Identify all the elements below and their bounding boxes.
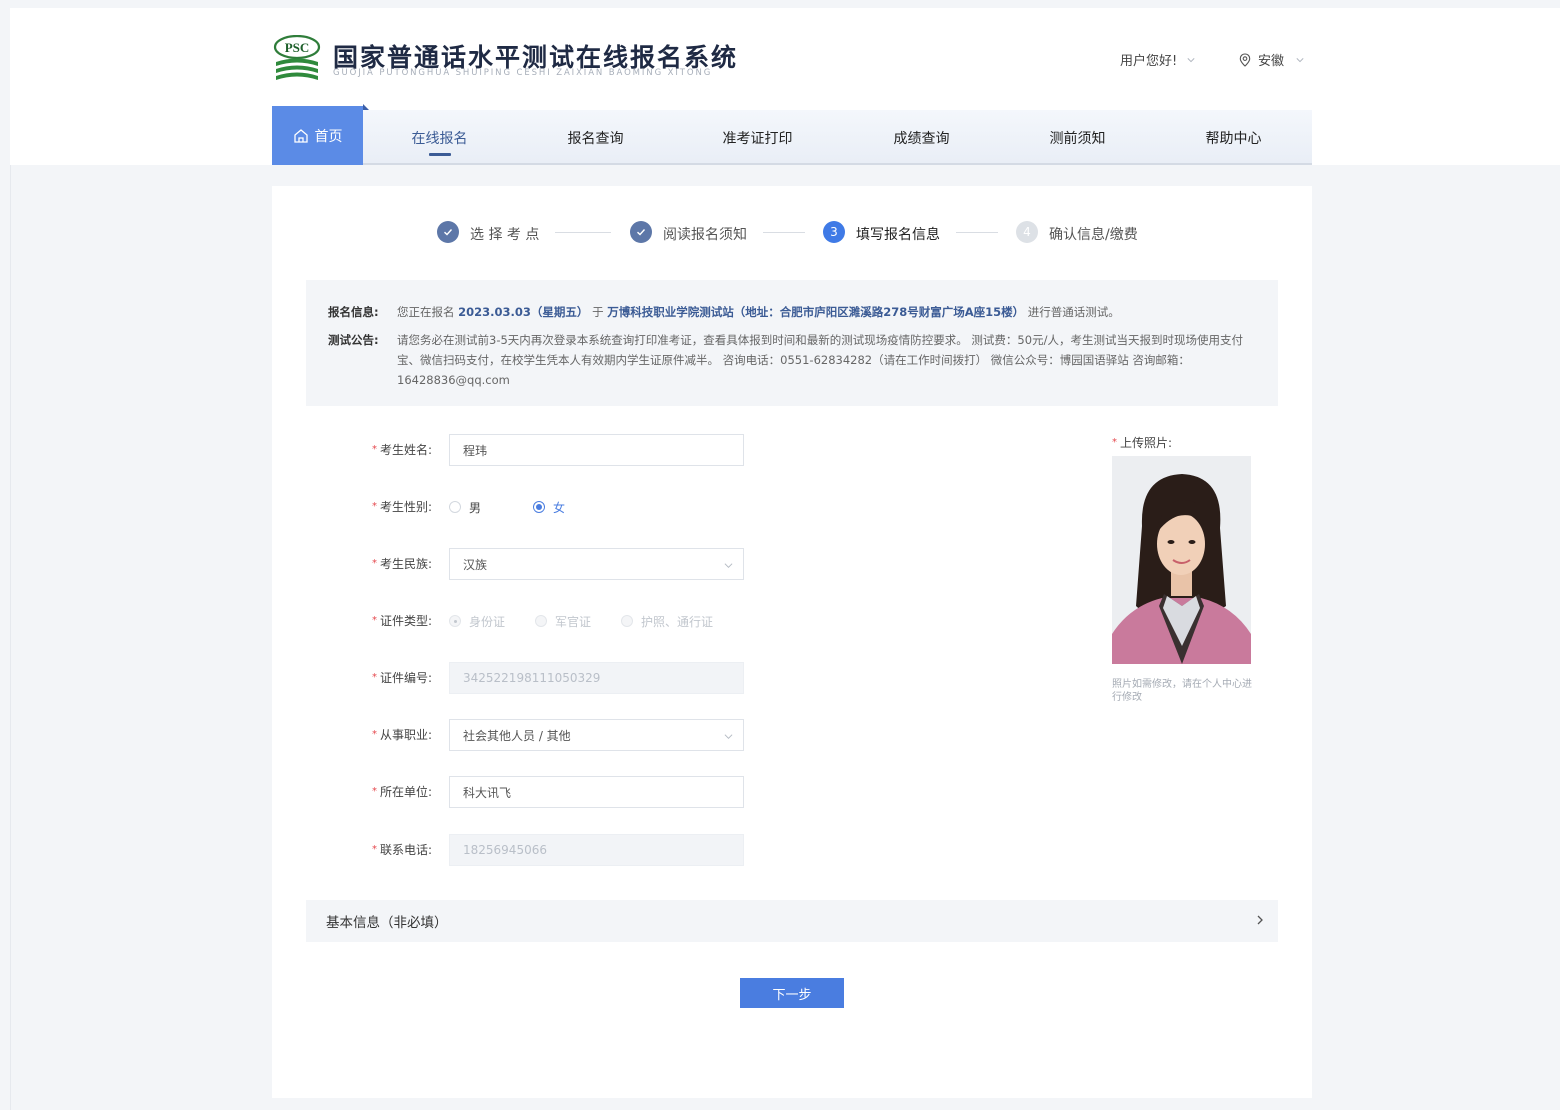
- name-input[interactable]: 程玮: [449, 434, 744, 466]
- photo-hint: 照片如需修改，请在个人中心进行修改: [1112, 679, 1252, 703]
- gender-label: * 考生性别:: [371, 500, 432, 514]
- ethnicity-label: * 考生民族:: [371, 557, 432, 571]
- gender-male-radio[interactable]: 男: [449, 499, 481, 516]
- id-type-passport-label: 护照、通行证: [641, 614, 714, 629]
- chevron-down-icon: [1187, 57, 1195, 62]
- id-number-input[interactable]: 342522198111050329: [449, 662, 744, 694]
- announcement-label: 测试公告:: [328, 333, 379, 347]
- info-date: 2023.03.03（星期五）: [458, 305, 589, 319]
- id-type-idcard-label: 身份证: [469, 614, 506, 629]
- info-suffix: 进行普通话测试。: [1027, 305, 1120, 319]
- id-type-passport-radio[interactable]: 护照、通行证: [621, 613, 713, 630]
- nav-active-indicator: [429, 153, 451, 156]
- phone-label: * 联系电话:: [371, 843, 432, 857]
- ethnicity-value: 汉族: [463, 557, 488, 572]
- employer-input[interactable]: 科大讯飞: [449, 776, 744, 808]
- nav-item-admission-ticket[interactable]: 准考证打印: [700, 110, 815, 165]
- id-type-row: * 证件类型: 身份证 军官证 护照、通行证: [272, 605, 752, 637]
- site-subtitle: GUOJIA PUTONGHUA SHUIPING CESHI ZAIXIAN …: [333, 68, 713, 78]
- step-2-check-icon: [630, 221, 652, 243]
- name-row: * 考生姓名: 程玮: [272, 434, 752, 466]
- occupation-select[interactable]: 社会其他人员 / 其他: [449, 719, 744, 751]
- id-type-label: * 证件类型:: [371, 614, 432, 628]
- radio-dot: [449, 501, 461, 513]
- occupation-label: * 从事职业:: [371, 728, 432, 742]
- occupation-row: * 从事职业: 社会其他人员 / 其他: [272, 719, 752, 751]
- user-menu[interactable]: 用户您好!: [1120, 50, 1195, 69]
- employer-label: * 所在单位:: [371, 785, 432, 799]
- chevron-down-icon: [724, 563, 733, 569]
- user-greeting: 用户您好!: [1120, 54, 1178, 69]
- name-label: * 考生姓名:: [371, 443, 432, 457]
- registration-card: 选 择 考 点 阅读报名须知 3 填写报名信息 4 确认信息/缴费 报名信息: …: [272, 186, 1312, 1098]
- info-text: 您正在报名 2023.03.03（星期五） 于 万博科技职业学院测试站（地址：合…: [397, 302, 1257, 322]
- nav-item-test-notes[interactable]: 测前须知: [1020, 110, 1135, 165]
- registration-notice: 报名信息: 您正在报名 2023.03.03（星期五） 于 万博科技职业学院测试…: [306, 280, 1278, 406]
- chevron-right-icon: [1257, 915, 1263, 925]
- employer-row: * 所在单位: 科大讯飞: [272, 776, 752, 808]
- basic-info-collapse[interactable]: 基本信息（非必填）: [306, 900, 1278, 942]
- step-connector: [956, 232, 998, 233]
- step-4-number: 4: [1016, 221, 1038, 243]
- info-mid: 于: [592, 305, 604, 319]
- id-type-officer-label: 军官证: [555, 614, 592, 629]
- gender-female-radio[interactable]: 女: [533, 499, 565, 516]
- phone-input[interactable]: 18256945066: [449, 834, 744, 866]
- nav-home-fold: [363, 104, 369, 110]
- step-connector: [555, 232, 611, 233]
- step-4-label: 确认信息/缴费: [1049, 227, 1138, 243]
- occupation-value: 社会其他人员 / 其他: [463, 728, 571, 743]
- nav-item-help-center[interactable]: 帮助中心: [1176, 110, 1291, 165]
- chevron-down-icon: [1296, 57, 1304, 62]
- step-3-label: 填写报名信息: [856, 227, 940, 243]
- nav-item-registration-query[interactable]: 报名查询: [538, 110, 653, 165]
- nav-home-label: 首页: [314, 128, 343, 145]
- home-icon: [293, 128, 308, 143]
- nav-home[interactable]: 首页: [272, 106, 363, 165]
- id-number-row: * 证件编号: 342522198111050329: [272, 662, 752, 694]
- nav-item-score-query[interactable]: 成绩查询: [864, 110, 979, 165]
- location-menu[interactable]: 安徽: [1238, 50, 1304, 69]
- gender-male-label: 男: [469, 500, 482, 515]
- basic-info-label: 基本信息（非必填）: [326, 915, 448, 931]
- radio-dot: [535, 615, 548, 627]
- announcement-text: 请您务必在测试前3-5天内再次登录本系统查询打印准考证，查看具体报到时间和最新的…: [397, 333, 1243, 387]
- gender-radio-group: 男 女: [449, 491, 565, 523]
- step-3-number: 3: [823, 221, 845, 243]
- info-prefix: 您正在报名: [397, 305, 455, 319]
- id-type-idcard-radio[interactable]: 身份证: [449, 613, 505, 630]
- step-2-label: 阅读报名须知: [663, 227, 747, 243]
- radio-dot-selected: [533, 501, 546, 513]
- step-connector: [763, 232, 805, 233]
- ethnicity-select[interactable]: 汉族: [449, 548, 744, 580]
- location-label: 安徽: [1258, 54, 1285, 69]
- id-type-radio-group: 身份证 军官证 护照、通行证: [449, 605, 713, 637]
- id-type-officer-radio[interactable]: 军官证: [535, 613, 591, 630]
- radio-dot-selected: [449, 615, 461, 627]
- nav-item-online-registration[interactable]: 在线报名: [382, 110, 497, 165]
- step-1-check-icon: [437, 221, 459, 243]
- psc-logo: PSC: [272, 34, 322, 85]
- id-number-label: * 证件编号:: [371, 671, 432, 685]
- photo-label: * 上传照片:: [1112, 436, 1173, 450]
- phone-row: * 联系电话: 18256945066: [272, 834, 752, 866]
- svg-text:PSC: PSC: [285, 40, 310, 55]
- info-site: 万博科技职业学院测试站（地址：合肥市庐阳区濉溪路278号财富广场A座15楼）: [607, 305, 1025, 319]
- location-pin-icon: [1239, 52, 1251, 67]
- radio-dot: [621, 615, 634, 627]
- ethnicity-row: * 考生民族: 汉族: [272, 548, 752, 580]
- info-label: 报名信息:: [328, 305, 379, 319]
- chevron-down-icon: [724, 734, 733, 740]
- gender-row: * 考生性别: 男 女: [272, 491, 752, 523]
- gender-female-label: 女: [553, 500, 566, 515]
- step-1-label: 选 择 考 点: [470, 227, 540, 243]
- main-nav: 首页 在线报名 报名查询 准考证打印 成绩查询 测前须知 帮助中心: [272, 104, 1312, 165]
- applicant-photo: [1112, 456, 1251, 664]
- next-step-button[interactable]: 下一步: [740, 978, 844, 1008]
- progress-steps: 选 择 考 点 阅读报名须知 3 填写报名信息 4 确认信息/缴费: [272, 220, 1312, 246]
